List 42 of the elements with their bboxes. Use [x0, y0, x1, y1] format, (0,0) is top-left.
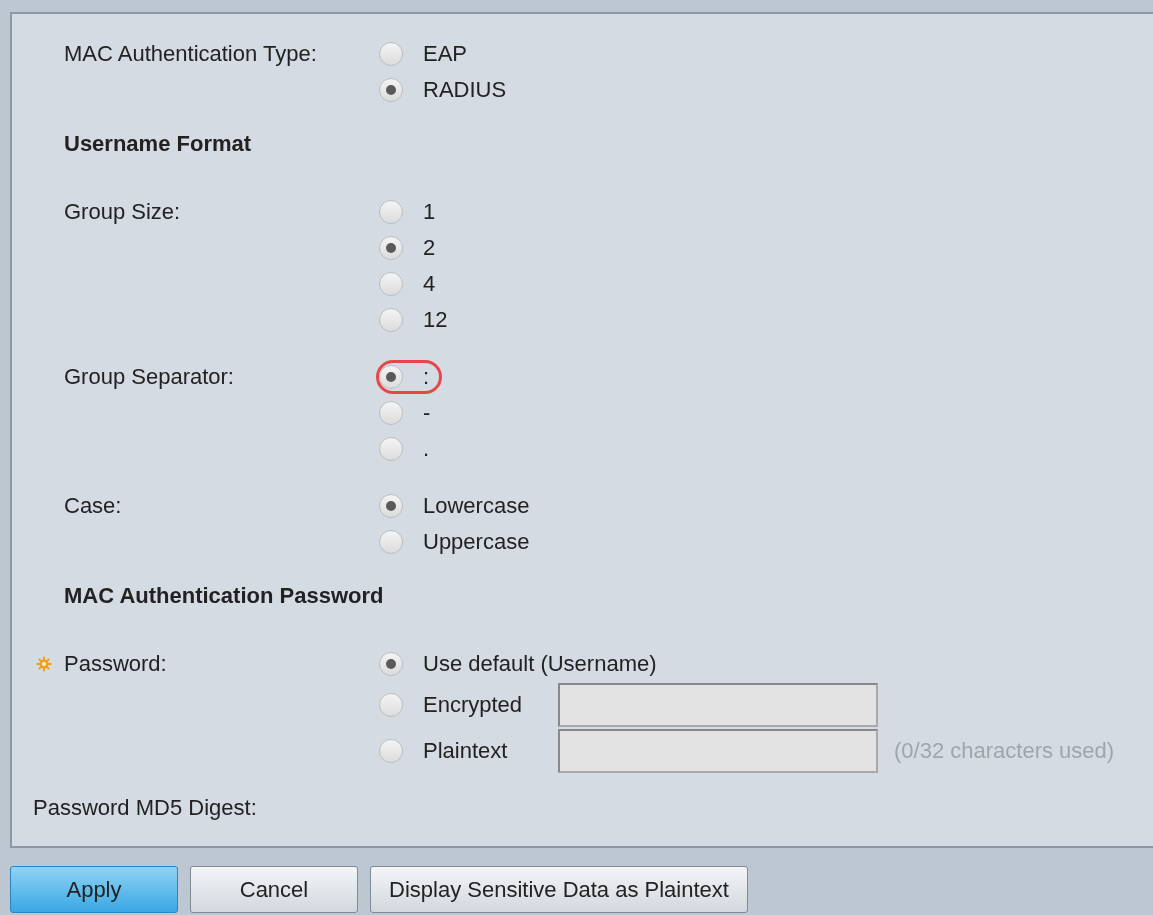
option-label: RADIUS — [423, 77, 507, 103]
radio-button[interactable] — [379, 693, 403, 717]
radio-button[interactable] — [379, 739, 403, 763]
radio-button[interactable] — [379, 494, 403, 518]
option-label: 4 — [423, 271, 436, 297]
option-label: Lowercase — [423, 493, 530, 519]
action-button[interactable]: Cancel — [190, 866, 358, 913]
radio-button[interactable] — [379, 78, 403, 102]
field-label: Group Separator: — [64, 364, 234, 390]
radio-button[interactable] — [379, 530, 403, 554]
option-label: Use default (Username) — [423, 651, 657, 677]
option-label: . — [423, 436, 430, 462]
field-label: Group Size: — [64, 199, 181, 225]
field-label: Password: — [64, 651, 167, 677]
field-label: Case: — [64, 493, 122, 519]
option-label: - — [423, 400, 431, 426]
apply-button[interactable]: Apply — [10, 866, 178, 913]
option-label: Uppercase — [423, 529, 530, 555]
radio-button[interactable] — [379, 236, 403, 260]
radio-button[interactable] — [379, 401, 403, 425]
radio-button[interactable] — [379, 308, 403, 332]
option-label: 12 — [423, 307, 448, 333]
radio-button[interactable] — [379, 437, 403, 461]
radio-button[interactable] — [379, 200, 403, 224]
radio-button[interactable] — [379, 272, 403, 296]
input-field[interactable] — [558, 729, 878, 773]
option-label: 2 — [423, 235, 436, 261]
section-heading: MAC Authentication Password — [64, 582, 385, 610]
field-label: Password MD5 Digest: — [33, 795, 258, 821]
input-field[interactable] — [558, 683, 878, 727]
option-label: Encrypted — [423, 692, 524, 718]
section-heading: Username Format — [64, 130, 253, 158]
option-label: EAP — [423, 41, 468, 67]
action-button[interactable]: Display Sensitive Data as Plaintext — [370, 866, 748, 913]
option-label: : — [423, 364, 430, 390]
character-count: (0/32 characters used) — [894, 738, 1115, 764]
option-label: Plaintext — [423, 738, 509, 764]
option-label: 1 — [423, 199, 436, 225]
field-label: MAC Authentication Type: — [64, 41, 317, 67]
radio-button[interactable] — [379, 365, 403, 389]
radio-button[interactable] — [379, 42, 403, 66]
radio-button[interactable] — [379, 652, 403, 676]
